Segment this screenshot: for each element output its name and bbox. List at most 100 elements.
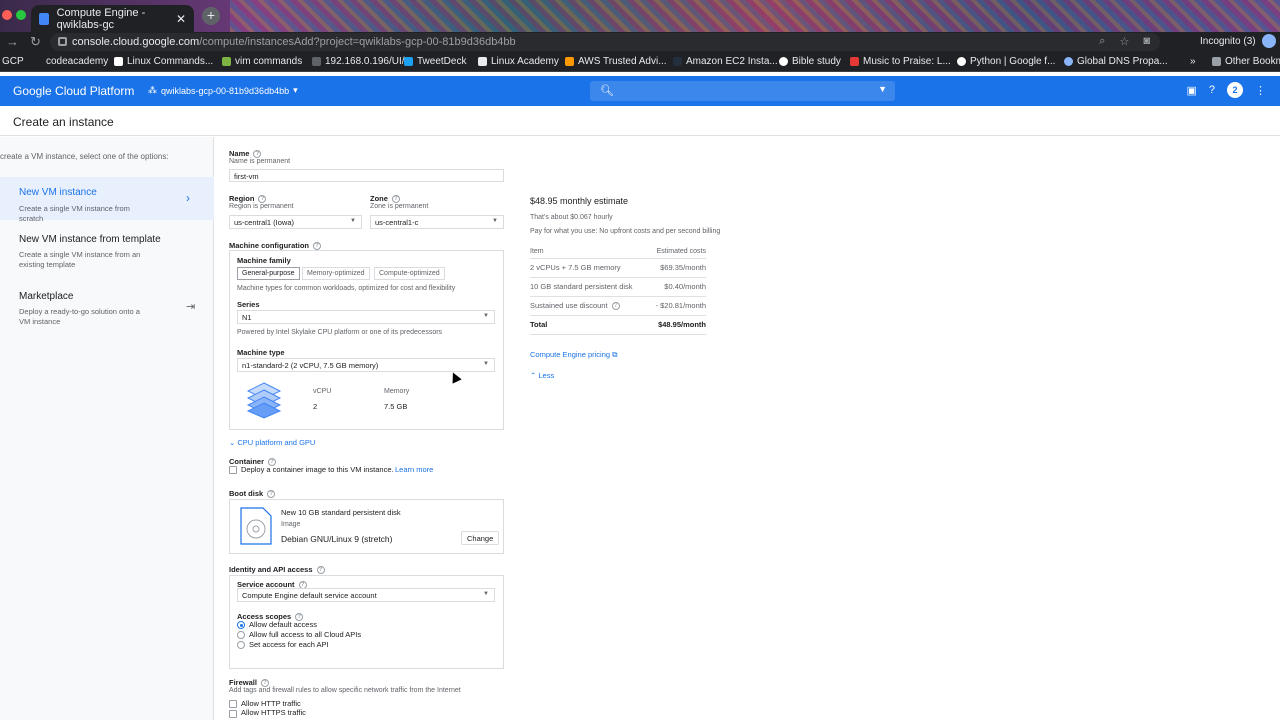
globe-icon bbox=[312, 57, 321, 66]
search-input[interactable]: 🔍︎ ▼ bbox=[590, 81, 895, 101]
help-icon[interactable]: ? bbox=[260, 679, 269, 688]
project-name: qwiklabs-gcp-00-81b9d36db4bb bbox=[161, 85, 290, 96]
bookmark-item[interactable]: Linux Academy bbox=[478, 56, 559, 67]
firewall-desc: Add tags and firewall rules to allow spe… bbox=[229, 687, 461, 694]
url-field[interactable]: console.cloud.google.com/compute/instanc… bbox=[50, 33, 1160, 51]
name-hint: Name is permanent bbox=[229, 158, 291, 165]
scope-full-label: Allow full access to all Cloud APIs bbox=[249, 630, 362, 639]
zone-hint: Zone is permanent bbox=[370, 203, 429, 210]
page-header: Create an instance bbox=[0, 106, 1280, 136]
gcp-title[interactable]: Google Cloud Platform bbox=[13, 84, 134, 98]
chevron-down-icon: ▼ bbox=[483, 361, 489, 367]
container-checkbox[interactable] bbox=[229, 466, 237, 474]
machine-stack-icon bbox=[246, 382, 282, 419]
bookmarks-bar: GCP codeacademy Linux Commands... vim co… bbox=[0, 52, 1280, 72]
page-title: Create an instance bbox=[13, 115, 114, 129]
col-item: Item bbox=[530, 248, 544, 255]
identity-label: Identity and API access? bbox=[229, 565, 325, 575]
help-icon[interactable]: ? bbox=[611, 302, 620, 311]
incognito-avatar[interactable] bbox=[1262, 34, 1276, 48]
machine-config-label: Machine configuration? bbox=[229, 241, 322, 251]
bookmark-item[interactable]: GCP bbox=[2, 56, 24, 67]
url-path: /compute/instancesAdd?project=qwiklabs-g… bbox=[199, 36, 516, 48]
bookmark-star-icon[interactable]: ☆ bbox=[1119, 35, 1129, 48]
bookmark-item[interactable]: TweetDeck bbox=[404, 56, 466, 67]
tab-title: Compute Engine - qwiklabs-gc bbox=[56, 6, 146, 31]
help-icon[interactable]: ? bbox=[1209, 84, 1215, 96]
scope-each-label: Set access for each API bbox=[249, 640, 329, 649]
bible-icon bbox=[779, 57, 788, 66]
other-bookmarks[interactable]: Other Bookm bbox=[1212, 56, 1280, 67]
project-selector[interactable]: ⁂ qwiklabs-gcp-00-81b9d36db4bb ▾ bbox=[148, 85, 298, 96]
cloud-shell-icon[interactable]: ▣ bbox=[1186, 84, 1196, 97]
option-new-vm-from-template[interactable]: New VM instance from template Create a s… bbox=[0, 227, 214, 272]
scope-each-radio[interactable] bbox=[237, 641, 245, 649]
cost-row: Sustained use discount? - $20.81/month bbox=[530, 297, 706, 316]
browser-tab[interactable]: Compute Engine - qwiklabs-gc ✕ bbox=[31, 5, 194, 32]
option-marketplace[interactable]: Marketplace Deploy a ready-to-go solutio… bbox=[0, 285, 214, 330]
more-bookmarks-icon[interactable]: » bbox=[1190, 56, 1196, 67]
new-tab-button[interactable]: + bbox=[202, 7, 220, 25]
learn-more-link[interactable]: Learn more bbox=[395, 465, 433, 474]
help-icon[interactable]: ? bbox=[258, 195, 267, 204]
bookmark-item[interactable]: codeacademy bbox=[46, 56, 108, 67]
cpu-platform-toggle[interactable]: ⌄ CPU platform and GPU bbox=[229, 438, 315, 447]
less-toggle[interactable]: ⌃ Less bbox=[530, 371, 554, 380]
bookmark-item[interactable]: Amazon EC2 Insta... bbox=[673, 56, 778, 67]
external-link-icon: ⧉ bbox=[610, 350, 618, 359]
family-memory-optimized[interactable]: Memory-optimized bbox=[302, 267, 370, 280]
scope-full-radio[interactable] bbox=[237, 631, 245, 639]
region-select[interactable]: us-central1 (Iowa) ▼ bbox=[229, 215, 362, 229]
pricing-link[interactable]: Compute Engine pricing ⧉ bbox=[530, 350, 618, 360]
notifications-badge[interactable]: 2 bbox=[1227, 82, 1243, 98]
address-bar: → ↻ console.cloud.google.com/compute/ins… bbox=[0, 32, 1280, 52]
help-icon[interactable]: ? bbox=[253, 150, 262, 159]
zone-select[interactable]: us-central1-c ▼ bbox=[370, 215, 504, 229]
reload-icon[interactable]: ↻ bbox=[30, 34, 41, 50]
help-icon[interactable]: ? bbox=[391, 195, 400, 204]
cost-total-row: Total $48.95/month bbox=[530, 316, 706, 335]
change-button[interactable]: Change bbox=[461, 531, 500, 545]
name-field[interactable]: first-vm bbox=[229, 169, 504, 182]
bookmark-item[interactable]: Linux Commands... bbox=[114, 56, 213, 67]
memory-value: 7.5 GB bbox=[384, 402, 408, 411]
chevron-down-icon: ▼ bbox=[483, 591, 489, 597]
bookmark-item[interactable]: Global DNS Propa... bbox=[1064, 56, 1168, 67]
help-icon[interactable]: ? bbox=[267, 490, 276, 499]
billing-note: Pay for what you use: No upfront costs a… bbox=[530, 228, 721, 235]
zone-label: Zone? bbox=[370, 194, 400, 204]
scope-default-radio[interactable] bbox=[237, 621, 245, 629]
bookmark-item[interactable]: Python | Google f... bbox=[957, 56, 1055, 67]
https-label: Allow HTTPS traffic bbox=[241, 708, 306, 717]
memory-label: Memory bbox=[384, 388, 410, 395]
series-select[interactable]: N1 ▼ bbox=[237, 310, 495, 324]
incognito-label[interactable]: Incognito (3) bbox=[1200, 36, 1256, 47]
option-new-vm-instance[interactable]: New VM instance Create a single VM insta… bbox=[0, 177, 214, 223]
http-checkbox[interactable] bbox=[229, 700, 237, 708]
close-tab-icon[interactable]: ✕ bbox=[176, 12, 186, 26]
more-vert-icon[interactable]: ⋮ bbox=[1255, 84, 1266, 97]
google-icon bbox=[114, 57, 123, 66]
bookmark-item[interactable]: Bible study bbox=[779, 56, 841, 67]
bookmark-item[interactable]: 192.168.0.196/UI/ bbox=[312, 56, 405, 67]
option-desc: Create a single VM instance from an exis… bbox=[19, 250, 141, 269]
service-account-select[interactable]: Compute Engine default service account ▼ bbox=[237, 588, 495, 602]
family-general-purpose[interactable]: General-purpose bbox=[237, 267, 300, 280]
zoom-icon[interactable]: ⌕ bbox=[1099, 35, 1105, 48]
bookmark-item[interactable]: vim commands bbox=[222, 56, 302, 67]
close-window-icon[interactable] bbox=[2, 10, 12, 20]
forward-icon[interactable]: → bbox=[6, 34, 19, 49]
help-icon[interactable]: ? bbox=[313, 242, 322, 251]
camera-icon[interactable]: ◙ bbox=[1143, 35, 1150, 48]
search-dropdown-icon[interactable]: ▼ bbox=[878, 84, 887, 94]
cost-item: 2 vCPUs + 7.5 GB memory bbox=[530, 263, 621, 272]
search-icon: 🔍︎ bbox=[600, 85, 614, 97]
option-desc: Create a single VM instance from scratch bbox=[19, 204, 130, 223]
bookmark-item[interactable]: Music to Praise: L... bbox=[850, 56, 951, 67]
help-icon[interactable]: ? bbox=[316, 566, 325, 575]
vim-icon bbox=[222, 57, 231, 66]
family-compute-optimized[interactable]: Compute-optimized bbox=[374, 267, 445, 280]
https-checkbox[interactable] bbox=[229, 710, 237, 718]
bookmark-item[interactable]: AWS Trusted Advi... bbox=[565, 56, 667, 67]
maximize-window-icon[interactable] bbox=[16, 10, 26, 20]
